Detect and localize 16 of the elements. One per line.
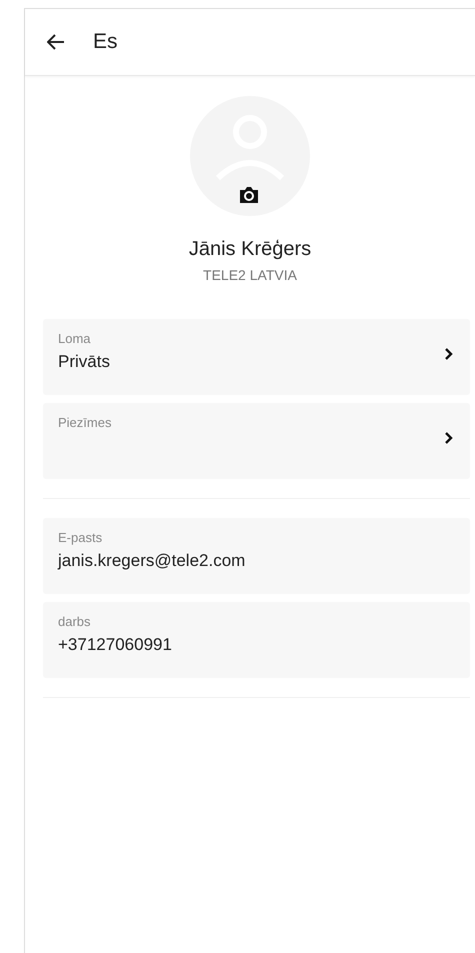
- chevron-right-icon: [443, 431, 455, 445]
- field-label: E-pasts: [58, 530, 104, 545]
- company-name: TELE2 LATVIA: [203, 267, 297, 283]
- field-label: Loma: [58, 331, 92, 346]
- avatar-placeholder-icon: [190, 96, 310, 216]
- profile-name: Jānis Krēģers: [188, 238, 312, 261]
- field-label: Piezīmes: [58, 415, 112, 430]
- camera-icon[interactable]: [238, 184, 260, 206]
- field-value: +37127060991: [58, 635, 172, 655]
- back-arrow-icon[interactable]: [47, 33, 65, 51]
- page-title: Es: [93, 30, 118, 54]
- chevron-right-icon: [443, 347, 455, 361]
- field-value: Privāts: [58, 352, 110, 372]
- list-item[interactable]: Loma Privāts: [43, 319, 470, 395]
- field-label: darbs: [58, 614, 92, 629]
- field-value: janis.kregers@tele2.com: [58, 551, 246, 571]
